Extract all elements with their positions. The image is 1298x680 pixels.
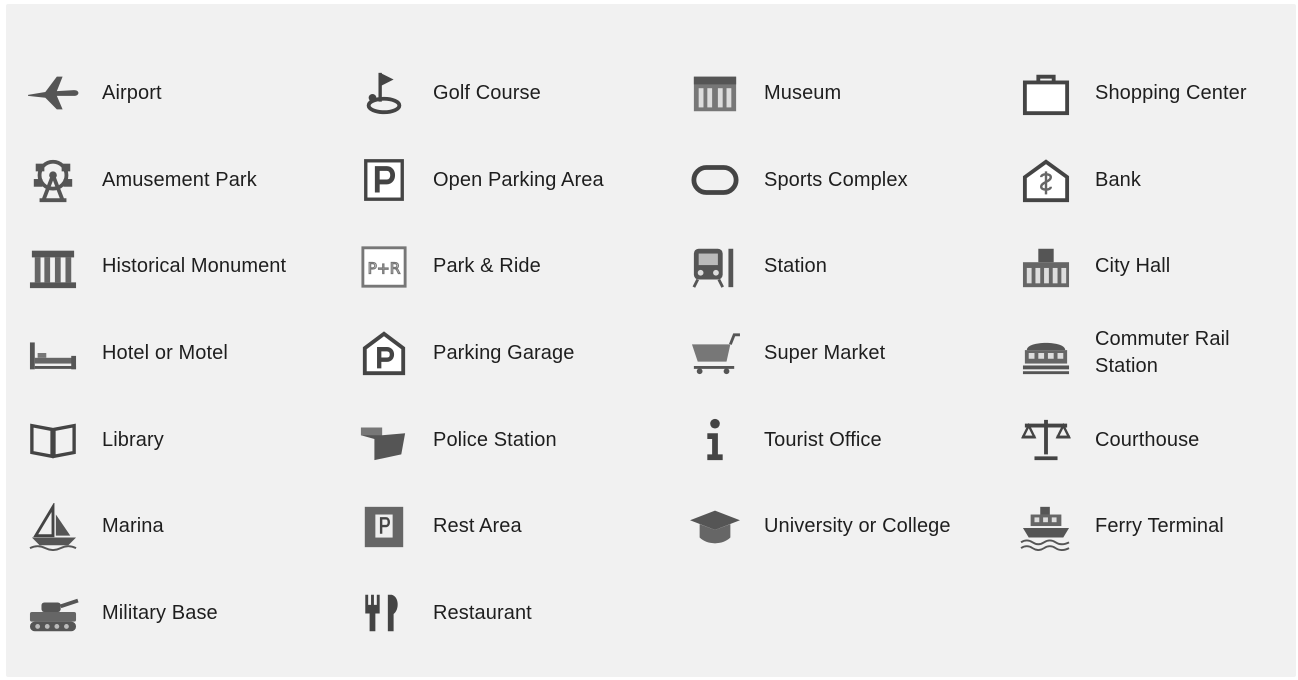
legend-item-parking-garage: Parking Garage (353, 310, 684, 397)
legend-label: Super Market (764, 341, 886, 364)
legend-item-golf-course: Golf Course (353, 50, 684, 137)
parking-garage-icon (353, 328, 415, 378)
shopping-cart-icon (684, 328, 746, 378)
legend-label: City Hall (1095, 255, 1171, 278)
park-and-ride-icon: P+R (353, 242, 415, 292)
open-book-icon (22, 415, 84, 465)
mortarboard-icon (684, 502, 746, 552)
legend-item-open-parking-area: Open Parking Area (353, 137, 684, 224)
legend-label: Commuter Rail Station (1095, 326, 1255, 380)
ferris-wheel-icon (22, 155, 84, 205)
commuter-train-icon (1015, 328, 1077, 378)
legend-item-rest-area: Rest Area (353, 483, 684, 570)
legend-item-hotel-or-motel: Hotel or Motel (22, 310, 353, 397)
legend-item-airport: Airport (22, 50, 353, 137)
legend-item-tourist-office: Tourist Office (684, 397, 1015, 484)
info-i-icon (684, 415, 746, 465)
legend-item-university-or-college: University or College (684, 483, 1015, 570)
legend-label: Historical Monument (102, 255, 287, 278)
train-front-icon (684, 242, 746, 292)
bed-icon (22, 328, 84, 378)
legend-label: Parking Garage (433, 341, 575, 364)
legend-label: Police Station (433, 428, 557, 451)
legend-item-courthouse: Courthouse (1015, 397, 1292, 484)
legend-item-shopping-center: Shopping Center (1015, 50, 1292, 137)
legend-item-ferry-terminal: Ferry Terminal (1015, 483, 1292, 570)
ferry-icon (1015, 502, 1077, 552)
legend-item-park-and-ride: P+R Park & Ride (353, 223, 684, 310)
airplane-icon (22, 68, 84, 118)
legend-label-line: Commuter Rail Station (1095, 328, 1230, 378)
legend-item-super-market: Super Market (684, 310, 1015, 397)
legend-label: Hotel or Motel (102, 341, 228, 364)
legend-item-military-base: Military Base (22, 570, 353, 657)
legend-item-historical-monument: Historical Monument (22, 223, 353, 310)
legend-label: Rest Area (433, 515, 522, 538)
legend-label: University or College (764, 515, 951, 538)
rest-area-icon (353, 502, 415, 552)
sailboat-icon (22, 502, 84, 552)
tank-icon (22, 588, 84, 638)
legend-item-station: Station (684, 223, 1015, 310)
legend-label: Open Parking Area (433, 168, 604, 191)
golf-flag-icon (353, 68, 415, 118)
poi-legend: Airport Amusement Park Historical Monume… (22, 50, 1292, 657)
parking-p-icon (353, 155, 415, 205)
legend-label: Tourist Office (764, 428, 882, 451)
legend-label: Bank (1095, 168, 1141, 191)
columns-icon (22, 242, 84, 292)
legend-label: Marina (102, 515, 164, 538)
legend-item-museum: Museum (684, 50, 1015, 137)
legend-label: Park & Ride (433, 255, 541, 278)
legend-item-commuter-rail-station: Commuter Rail Station (1015, 310, 1292, 397)
legend-label: Golf Course (433, 81, 541, 104)
legend-item-amusement-park: Amusement Park (22, 137, 353, 224)
legend-label: Station (764, 255, 827, 278)
legend-item-restaurant: Restaurant (353, 570, 684, 657)
legend-label: Sports Complex (764, 168, 908, 191)
legend-item-marina: Marina (22, 483, 353, 570)
legend-label: Ferry Terminal (1095, 515, 1224, 538)
scales-icon (1015, 415, 1077, 465)
legend-label: Restaurant (433, 601, 532, 624)
stadium-ring-icon (684, 155, 746, 205)
museum-building-icon (684, 68, 746, 118)
legend-label: Amusement Park (102, 168, 257, 191)
legend-label: Airport (102, 81, 162, 104)
legend-item-library: Library (22, 397, 353, 484)
legend-item-city-hall: City Hall (1015, 223, 1292, 310)
legend-item-sports-complex: Sports Complex (684, 137, 1015, 224)
city-hall-icon (1015, 242, 1077, 292)
police-badge-icon (353, 415, 415, 465)
shopping-bag-icon (1015, 68, 1077, 118)
legend-label: Military Base (102, 601, 218, 624)
svg-text:P+R: P+R (368, 259, 401, 277)
fork-knife-icon (353, 588, 415, 638)
legend-label: Courthouse (1095, 428, 1200, 451)
bank-icon (1015, 155, 1077, 205)
legend-label: Museum (764, 81, 842, 104)
legend-label: Library (102, 428, 164, 451)
legend-label: Shopping Center (1095, 81, 1247, 104)
legend-item-police-station: Police Station (353, 397, 684, 484)
legend-item-bank: Bank (1015, 137, 1292, 224)
